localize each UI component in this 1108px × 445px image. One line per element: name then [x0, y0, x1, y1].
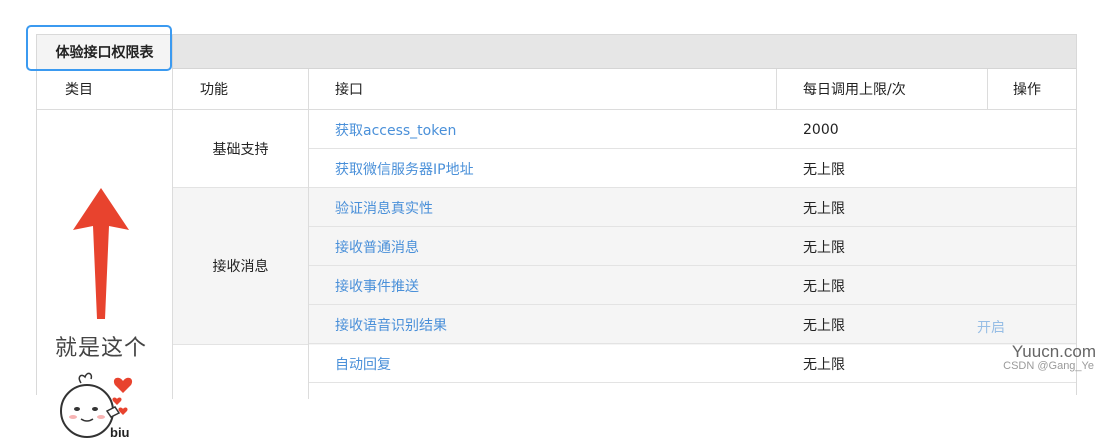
- limit-value: 无上限: [803, 200, 845, 217]
- limit-value: 无上限: [803, 317, 845, 334]
- limit-value: 2000: [803, 121, 839, 138]
- limit-value: 无上限: [803, 239, 845, 256]
- api-link[interactable]: 接收语音识别结果: [335, 305, 447, 344]
- function-group-receive: 接收消息: [173, 188, 308, 345]
- up-arrow-icon: [73, 188, 129, 319]
- table-row: 接收普通消息 无上限: [309, 227, 1076, 266]
- header-limit: 每日调用上限/次: [803, 82, 906, 98]
- api-link[interactable]: 验证消息真实性: [335, 188, 433, 227]
- mascot-sticker-icon: biu: [60, 372, 133, 440]
- permission-table-panel: 体验接口权限表 类目 功能 接口 每日调用上限/次 操作 就是这个 biu 基础…: [36, 34, 1077, 440]
- api-link[interactable]: 获取微信服务器IP地址: [335, 149, 474, 188]
- api-link[interactable]: 获取access_token: [335, 110, 456, 149]
- annotation-text: 就是这个: [55, 336, 148, 361]
- column-divider: [776, 69, 777, 109]
- limit-value: 无上限: [803, 161, 845, 178]
- tab-bar: 体验接口权限表: [37, 35, 1076, 69]
- table-row: 获取微信服务器IP地址 无上限: [309, 149, 1076, 188]
- site-watermark: Yuucn.com: [1011, 342, 1096, 361]
- table-row: 自动回复 无上限: [309, 344, 1076, 383]
- table-row: 接收事件推送 无上限: [309, 266, 1076, 305]
- header-action: 操作: [1013, 82, 1041, 98]
- enable-action-link[interactable]: 开启: [977, 317, 1005, 337]
- category-cell: 就是这个 biu: [37, 110, 172, 440]
- header-function: 功能: [200, 82, 228, 98]
- limit-value: 无上限: [803, 278, 845, 295]
- table-header-row: 类目 功能 接口 每日调用上限/次 操作: [37, 69, 1076, 110]
- table-row: 验证消息真实性 无上限: [309, 188, 1076, 227]
- tab-permission-table[interactable]: 体验接口权限表: [37, 35, 173, 69]
- header-api: 接口: [335, 82, 363, 98]
- function-group-basic: 基础支持: [173, 110, 308, 188]
- header-category: 类目: [65, 82, 93, 98]
- api-link[interactable]: 接收普通消息: [335, 227, 419, 266]
- api-link[interactable]: 接收事件推送: [335, 266, 419, 305]
- sticker-text: biu: [110, 425, 130, 440]
- table-row: 获取access_token 2000: [309, 110, 1076, 149]
- column-divider: [987, 69, 988, 109]
- credit-watermark: CSDN @Gang_Ye: [1003, 360, 1094, 372]
- limit-value: 无上限: [803, 356, 845, 373]
- table-row: 接收语音识别结果 无上限: [309, 305, 1076, 344]
- api-link[interactable]: 自动回复: [335, 344, 391, 383]
